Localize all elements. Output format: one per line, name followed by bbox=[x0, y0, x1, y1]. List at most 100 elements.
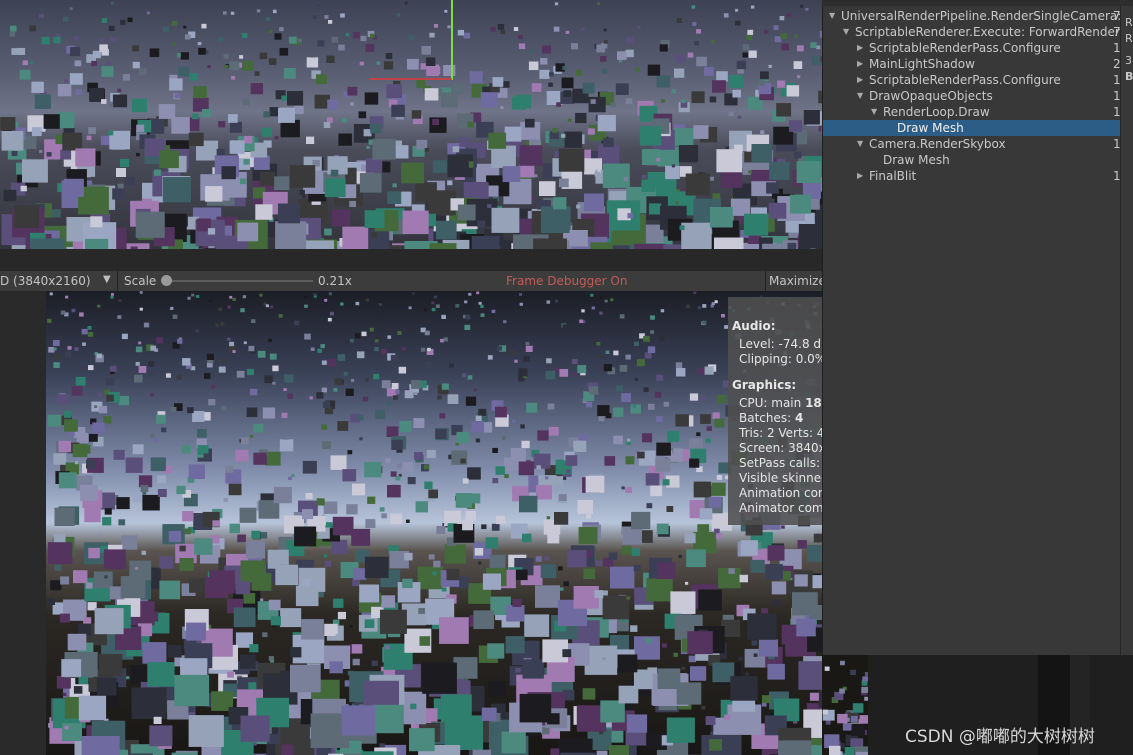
cube bbox=[552, 128, 558, 133]
cube bbox=[159, 150, 179, 169]
cube bbox=[557, 738, 593, 755]
cube bbox=[111, 293, 114, 296]
scale-slider-thumb[interactable] bbox=[161, 275, 172, 286]
triangle-down-icon[interactable]: ▼ bbox=[843, 24, 849, 40]
frame-event-label: ScriptableRenderPass.Configure bbox=[869, 73, 1061, 87]
cube bbox=[567, 550, 587, 568]
cube bbox=[64, 419, 78, 432]
cube bbox=[317, 348, 322, 353]
cube bbox=[365, 158, 383, 173]
cube bbox=[621, 393, 631, 402]
frame-event-row[interactable]: Draw Mesh bbox=[823, 120, 1123, 136]
game-view[interactable] bbox=[46, 291, 822, 755]
cube bbox=[735, 8, 739, 12]
cube bbox=[229, 523, 240, 534]
triangle-down-icon[interactable]: ▼ bbox=[871, 104, 877, 120]
cube bbox=[777, 80, 786, 88]
maximize-on-play-toggle[interactable]: Maximize bbox=[769, 274, 826, 288]
cube bbox=[29, 61, 33, 65]
triangle-right-icon[interactable]: ▶ bbox=[857, 168, 863, 184]
frame-event-row[interactable]: ▼ ScriptableRenderer.Execute: ForwardRend… bbox=[823, 24, 1127, 40]
frame-event-row[interactable]: ▼ RenderLoop.Draw 1 bbox=[823, 104, 1123, 120]
cube bbox=[302, 578, 311, 587]
frame-event-row[interactable]: ▶ FinalBlit 1 bbox=[823, 168, 1123, 184]
cube bbox=[372, 138, 396, 160]
cube bbox=[807, 545, 822, 562]
cube bbox=[360, 707, 366, 712]
cube bbox=[235, 449, 249, 462]
cube bbox=[714, 528, 720, 534]
cube bbox=[583, 568, 595, 579]
cube bbox=[761, 695, 771, 704]
cube bbox=[64, 725, 69, 730]
scene-view[interactable] bbox=[0, 0, 822, 249]
frame-event-row[interactable]: Draw Mesh bbox=[823, 152, 1123, 168]
cube bbox=[673, 128, 694, 147]
details-letter: B bbox=[1125, 70, 1133, 83]
frame-event-label: ScriptableRenderPass.Configure bbox=[869, 41, 1061, 55]
cube bbox=[571, 43, 578, 50]
triangle-right-icon[interactable]: ▶ bbox=[857, 40, 863, 56]
cube bbox=[259, 293, 263, 297]
cube bbox=[407, 58, 419, 70]
triangle-right-icon[interactable]: ▶ bbox=[857, 72, 863, 88]
cube bbox=[572, 358, 578, 364]
cube bbox=[540, 564, 557, 579]
cube bbox=[218, 366, 226, 373]
cube bbox=[239, 507, 257, 523]
cube bbox=[331, 36, 339, 43]
frame-event-row[interactable]: ▼ UniversalRenderPipeline.RenderSingleCam… bbox=[823, 8, 1133, 24]
cube bbox=[569, 230, 588, 247]
cube bbox=[613, 350, 619, 356]
cube bbox=[513, 27, 519, 31]
cube bbox=[227, 671, 234, 678]
cube bbox=[324, 228, 332, 236]
cube bbox=[495, 466, 505, 475]
cube bbox=[419, 636, 431, 646]
cube bbox=[536, 465, 541, 470]
cube bbox=[465, 314, 471, 320]
frame-event-row[interactable]: ▶ MainLightShadow 2 bbox=[823, 56, 1123, 72]
cube bbox=[54, 564, 62, 571]
cube bbox=[518, 34, 523, 40]
cube bbox=[272, 9, 277, 14]
cube bbox=[121, 535, 138, 550]
cube bbox=[324, 15, 329, 19]
triangle-down-icon[interactable]: ▼ bbox=[829, 8, 835, 24]
cube bbox=[170, 407, 177, 413]
triangle-right-icon[interactable]: ▶ bbox=[857, 56, 863, 72]
cube bbox=[140, 485, 149, 492]
cube bbox=[519, 693, 552, 723]
cube bbox=[231, 76, 236, 80]
cube bbox=[104, 575, 108, 579]
cube bbox=[650, 330, 654, 334]
cube bbox=[418, 608, 425, 614]
cube bbox=[646, 503, 653, 509]
cube bbox=[501, 731, 526, 754]
cube bbox=[262, 632, 268, 638]
triangle-down-icon[interactable]: ▼ bbox=[857, 136, 863, 152]
cube bbox=[750, 559, 765, 573]
cube bbox=[673, 652, 678, 657]
cube bbox=[158, 104, 176, 119]
scale-slider-track[interactable] bbox=[165, 280, 313, 282]
cube bbox=[603, 28, 607, 32]
cube bbox=[577, 365, 587, 374]
chevron-down-icon[interactable]: ▼ bbox=[103, 274, 111, 285]
frame-event-row[interactable]: ▼ Camera.RenderSkybox 1 bbox=[823, 136, 1123, 152]
cube bbox=[462, 520, 473, 531]
cube bbox=[685, 173, 711, 196]
cube bbox=[49, 292, 53, 296]
cube bbox=[666, 506, 674, 512]
frame-event-row[interactable]: ▶ ScriptableRenderPass.Configure 1 bbox=[823, 40, 1123, 56]
cube bbox=[467, 467, 481, 480]
resolution-dropdown[interactable]: D (3840x2160) bbox=[0, 274, 91, 288]
cube bbox=[53, 453, 67, 465]
cube bbox=[647, 64, 661, 76]
triangle-down-icon[interactable]: ▼ bbox=[857, 88, 863, 104]
cube bbox=[275, 564, 298, 586]
cube bbox=[113, 449, 125, 460]
frame-event-row[interactable]: ▼ DrawOpaqueObjects 1 bbox=[823, 88, 1123, 104]
frame-event-row[interactable]: ▶ ScriptableRenderPass.Configure 1 bbox=[823, 72, 1123, 88]
cube bbox=[150, 457, 166, 472]
